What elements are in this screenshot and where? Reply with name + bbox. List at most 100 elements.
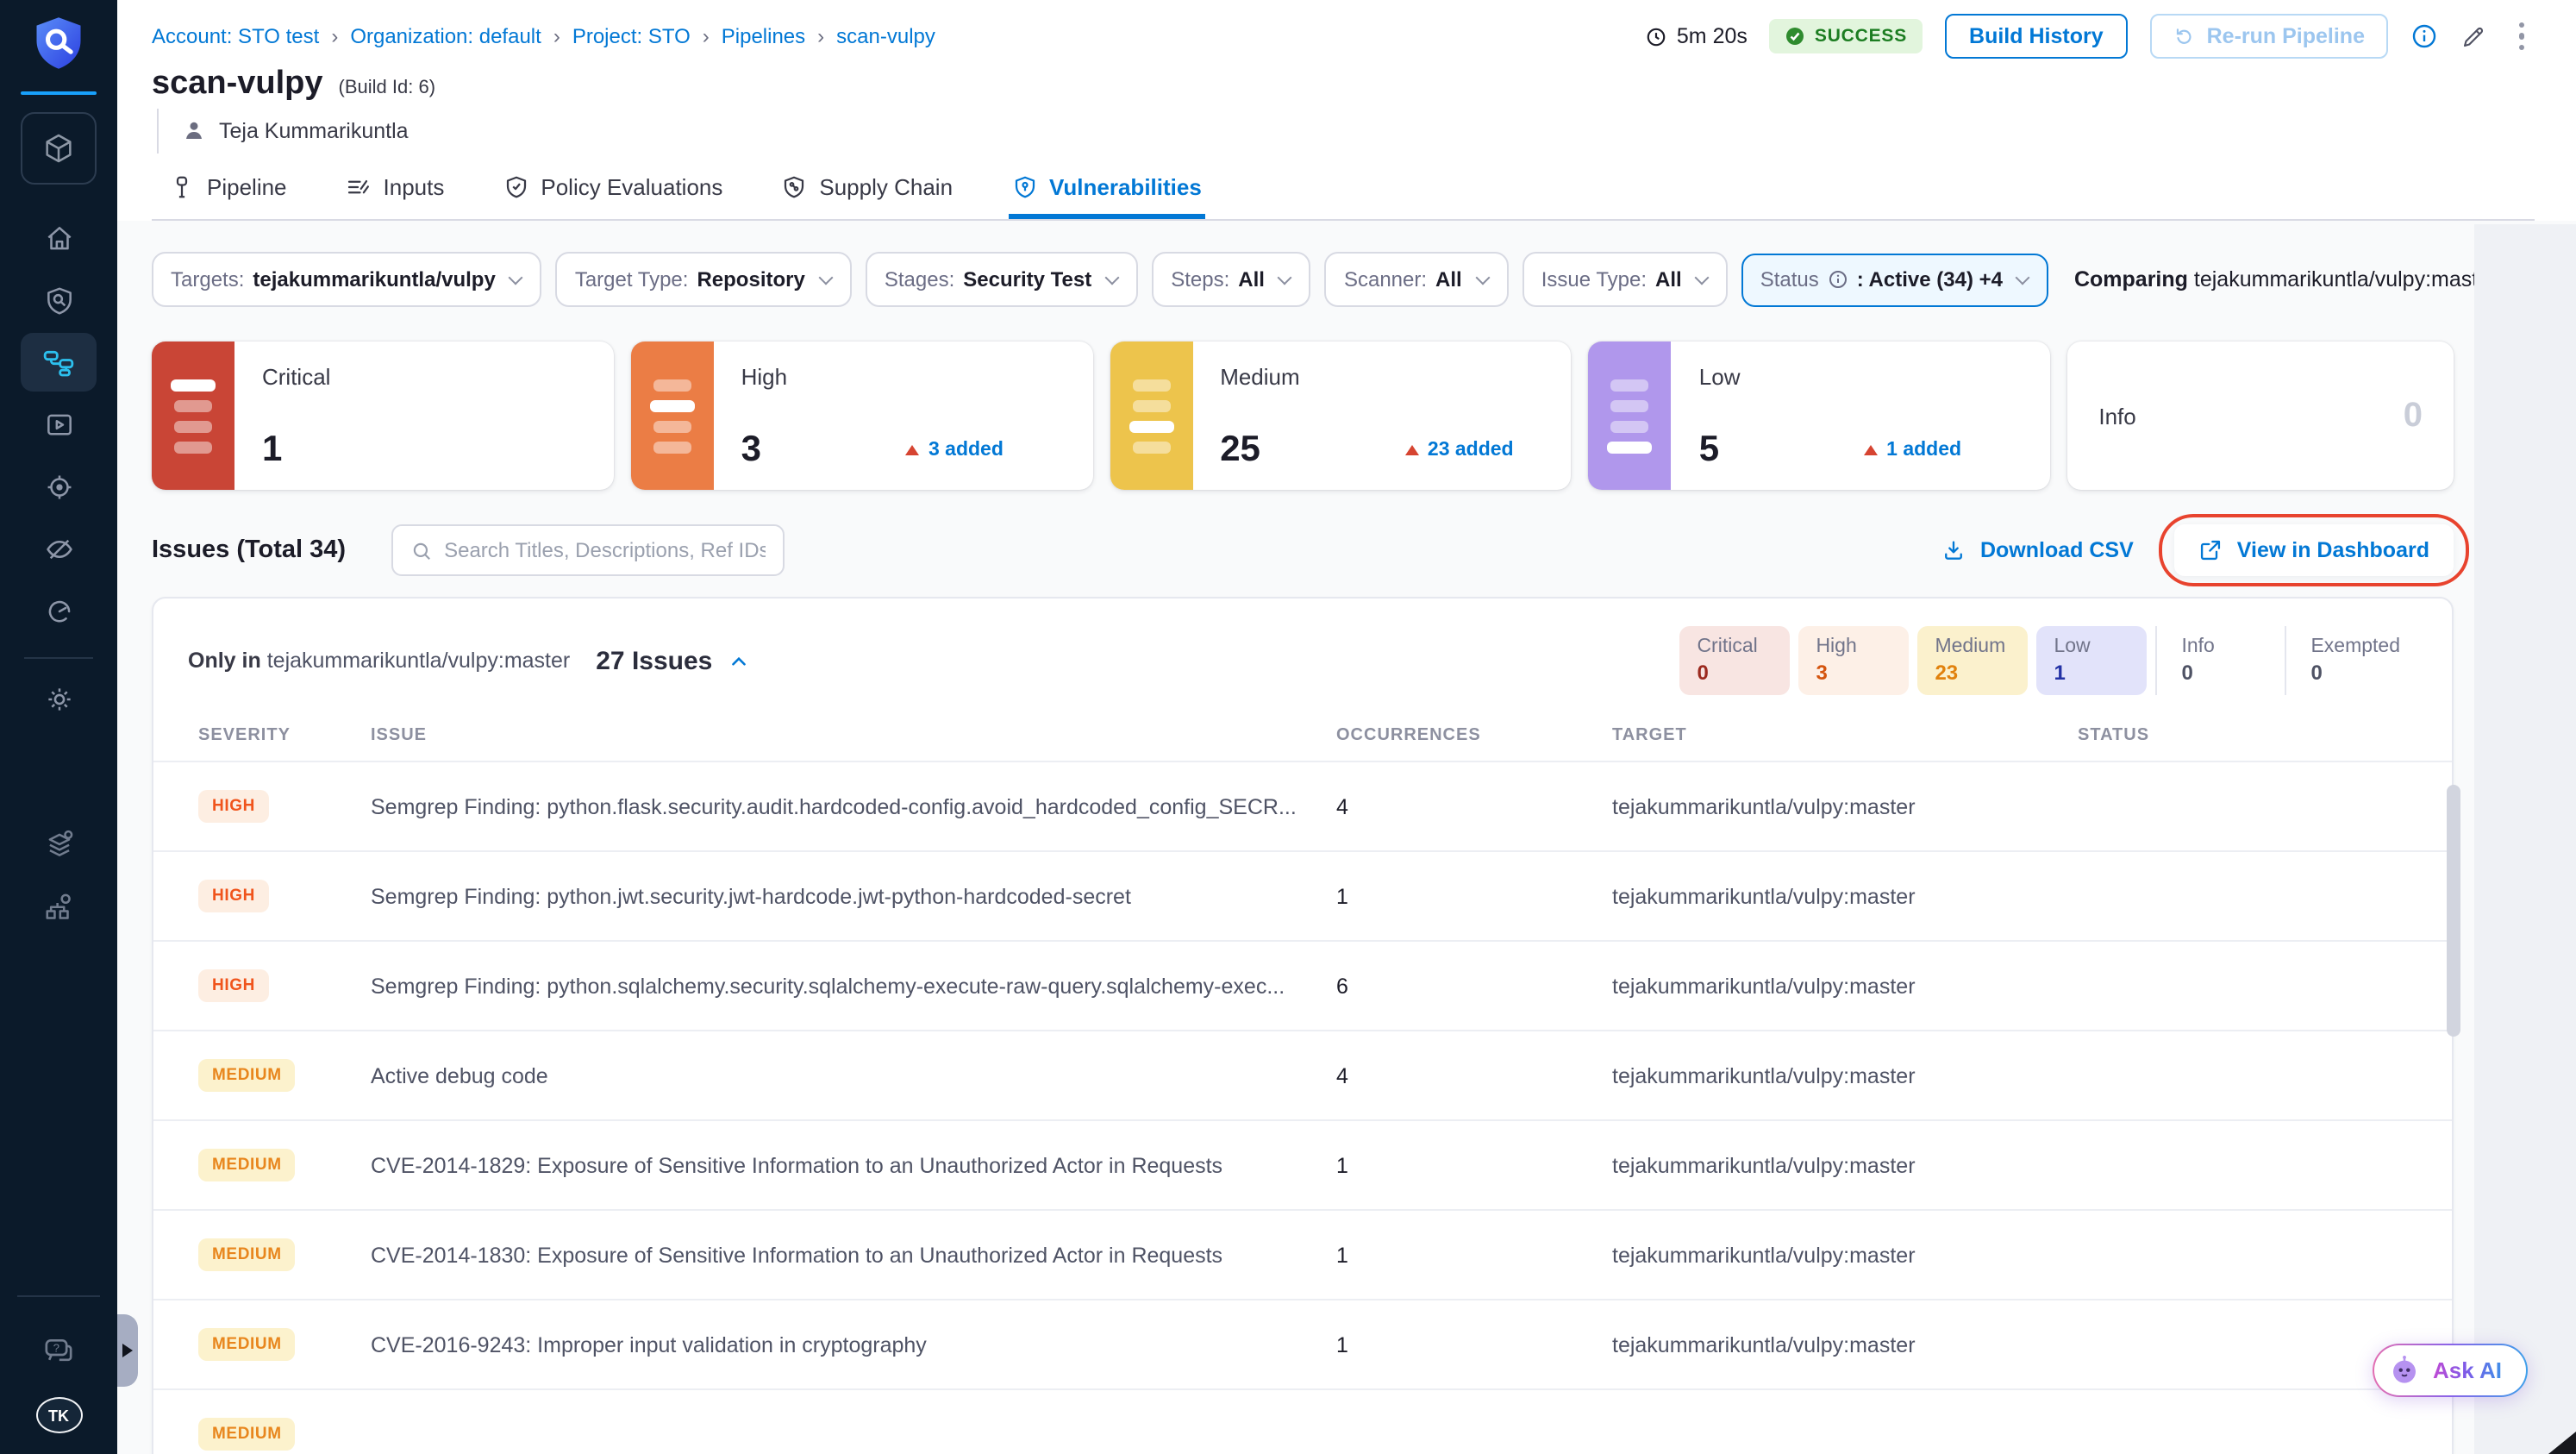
breadcrumb-org[interactable]: Organization: default bbox=[350, 24, 541, 48]
severity-badge: HIGH bbox=[198, 790, 269, 823]
severity-card-info[interactable]: Info 0 bbox=[2067, 342, 2454, 490]
filter-target-type[interactable]: Target Type: Repository bbox=[555, 252, 852, 307]
severity-card-critical[interactable]: Critical 1 bbox=[152, 342, 614, 490]
filter-bar: Targets: tejakummarikuntla/vulpy Target T… bbox=[152, 252, 2576, 307]
filter-steps[interactable]: Steps: All bbox=[1152, 252, 1311, 307]
tab-bar: Pipeline Inputs Policy Evaluations Suppl… bbox=[152, 157, 2535, 221]
critical-count: 1 bbox=[262, 429, 283, 469]
pipelines-icon[interactable] bbox=[21, 333, 97, 392]
tab-inputs[interactable]: Inputs bbox=[342, 157, 448, 219]
rerun-pipeline-button[interactable]: Re-run Pipeline bbox=[2149, 14, 2387, 59]
build-history-button[interactable]: Build History bbox=[1945, 14, 2128, 59]
view-in-dashboard-button[interactable]: View in Dashboard bbox=[2199, 538, 2429, 562]
tab-vulnerabilities[interactable]: Vulnerabilities bbox=[1008, 157, 1205, 219]
more-options-kebab-icon[interactable] bbox=[2508, 19, 2535, 54]
severity-badge: HIGH bbox=[198, 880, 269, 912]
filter-targets[interactable]: Targets: tejakummarikuntla/vulpy bbox=[152, 252, 542, 307]
sidebar-bottom: ? TK bbox=[0, 1295, 117, 1454]
ask-ai-button[interactable]: Ask AI bbox=[2373, 1344, 2528, 1397]
occurrences: 4 bbox=[1336, 794, 1348, 818]
org-settings-icon[interactable] bbox=[21, 876, 97, 935]
added-indicator: 1 added bbox=[1864, 440, 1961, 461]
tab-policy-evaluations[interactable]: Policy Evaluations bbox=[499, 157, 726, 219]
up-triangle-icon bbox=[1404, 445, 1419, 455]
info-count: 0 bbox=[2403, 396, 2423, 434]
collapse-chevron-up-icon[interactable] bbox=[728, 649, 750, 672]
svg-text:?: ? bbox=[53, 1341, 59, 1354]
logo-underline bbox=[21, 91, 97, 95]
gauge-icon[interactable] bbox=[21, 581, 97, 640]
sto-shield-logo-icon[interactable] bbox=[29, 14, 88, 81]
table-header: SEVERITY ISSUE OCCURRENCES TARGET STATUS bbox=[198, 726, 2150, 745]
table-row[interactable]: HIGH Semgrep Finding: python.flask.secur… bbox=[153, 761, 2452, 850]
severity-level-indicator bbox=[152, 342, 234, 490]
table-row[interactable]: HIGH Semgrep Finding: python.sqlalchemy.… bbox=[153, 940, 2452, 1030]
table-row[interactable]: HIGH Semgrep Finding: python.jwt.securit… bbox=[153, 850, 2452, 940]
table-row-partial[interactable]: MEDIUM bbox=[153, 1388, 2452, 1454]
breadcrumb-project[interactable]: Project: STO bbox=[572, 24, 691, 48]
help-chat-icon[interactable]: ? bbox=[21, 1321, 97, 1380]
severity-badge: MEDIUM bbox=[198, 1238, 296, 1271]
chip-critical[interactable]: Critical 0 bbox=[1679, 626, 1791, 695]
severity-badge: MEDIUM bbox=[198, 1149, 296, 1181]
vulnerabilities-shield-icon bbox=[1014, 176, 1035, 198]
table-scrollbar-thumb[interactable] bbox=[2447, 785, 2460, 1037]
sidebar-divider bbox=[17, 1295, 100, 1297]
severity-card-medium[interactable]: Medium 25 23 added bbox=[1110, 342, 1572, 490]
chevron-down-icon bbox=[818, 269, 834, 285]
home-icon[interactable] bbox=[21, 209, 97, 267]
tab-supply-chain[interactable]: Supply Chain bbox=[778, 157, 956, 219]
filter-issue-type[interactable]: Issue Type: All bbox=[1522, 252, 1729, 307]
severity-card-low[interactable]: Low 5 1 added bbox=[1588, 342, 2051, 490]
issues-search[interactable] bbox=[391, 524, 785, 576]
author-name: Teja Kummarikuntla bbox=[219, 118, 409, 142]
filter-status[interactable]: Status : Active (34) +4 bbox=[1741, 253, 2048, 306]
executions-icon[interactable] bbox=[21, 395, 97, 454]
settings-gear-icon[interactable] bbox=[21, 669, 97, 728]
occurrences: 1 bbox=[1336, 1243, 1348, 1267]
severity-level-indicator bbox=[1110, 342, 1193, 490]
external-link-icon bbox=[2201, 540, 2221, 561]
breadcrumb-account[interactable]: Account: STO test bbox=[152, 24, 319, 48]
chevron-down-icon bbox=[509, 269, 524, 285]
chip-info[interactable]: Info 0 bbox=[2155, 626, 2276, 695]
edit-pencil-icon[interactable] bbox=[2460, 23, 2485, 49]
shield-scan-icon[interactable] bbox=[21, 271, 97, 329]
chip-medium[interactable]: Medium 23 bbox=[1917, 626, 2029, 695]
added-indicator: 3 added bbox=[905, 440, 1004, 461]
up-triangle-icon bbox=[1864, 445, 1879, 455]
group-issue-count: 27 Issues bbox=[596, 646, 713, 675]
breadcrumb-pipelines[interactable]: Pipelines bbox=[722, 24, 805, 48]
user-avatar[interactable]: TK bbox=[35, 1397, 82, 1433]
filter-scanner[interactable]: Scanner: All bbox=[1324, 252, 1509, 307]
table-row[interactable]: MEDIUM CVE-2016-9243: Improper input val… bbox=[153, 1299, 2452, 1388]
issue-title: CVE-2016-9243: Improper input validation… bbox=[371, 1332, 927, 1357]
chip-low[interactable]: Low 1 bbox=[2036, 626, 2148, 695]
module-cube-icon[interactable] bbox=[21, 112, 97, 185]
breadcrumb-current[interactable]: scan-vulpy bbox=[836, 24, 935, 48]
filter-stages[interactable]: Stages: Security Test bbox=[865, 252, 1139, 307]
occurrences: 1 bbox=[1336, 1332, 1348, 1357]
sidebar-expand-handle[interactable] bbox=[117, 1314, 138, 1387]
issues-title: Issues (Total 34) bbox=[152, 536, 347, 564]
table-row[interactable]: MEDIUM Active debug code 4 tejakummariku… bbox=[153, 1030, 2452, 1119]
occurrences: 1 bbox=[1336, 884, 1348, 908]
tab-pipeline[interactable]: Pipeline bbox=[166, 157, 291, 219]
chip-exempted[interactable]: Exempted 0 bbox=[2285, 626, 2417, 695]
breadcrumb: Account: STO test › Organization: default… bbox=[152, 24, 935, 48]
severity-level-indicator bbox=[1588, 342, 1672, 490]
table-row[interactable]: MEDIUM CVE-2014-1830: Exposure of Sensit… bbox=[153, 1209, 2452, 1299]
issue-title: CVE-2014-1830: Exposure of Sensitive Inf… bbox=[371, 1243, 1223, 1267]
table-row[interactable]: MEDIUM CVE-2014-1829: Exposure of Sensit… bbox=[153, 1119, 2452, 1209]
info-icon[interactable] bbox=[2410, 22, 2437, 50]
severity-card-high[interactable]: High 3 3 added bbox=[630, 342, 1093, 490]
pipeline-icon bbox=[176, 176, 188, 198]
target: tejakummarikuntla/vulpy:master bbox=[1612, 1332, 1916, 1357]
chip-high[interactable]: High 3 bbox=[1798, 626, 1910, 695]
layers-settings-icon[interactable] bbox=[21, 814, 97, 873]
targets-icon[interactable] bbox=[21, 457, 97, 516]
search-input[interactable] bbox=[444, 538, 766, 562]
eye-off-icon[interactable] bbox=[21, 519, 97, 578]
download-csv-button[interactable]: Download CSV bbox=[1942, 538, 2134, 562]
main-area: Account: STO test › Organization: default… bbox=[117, 0, 2576, 1454]
